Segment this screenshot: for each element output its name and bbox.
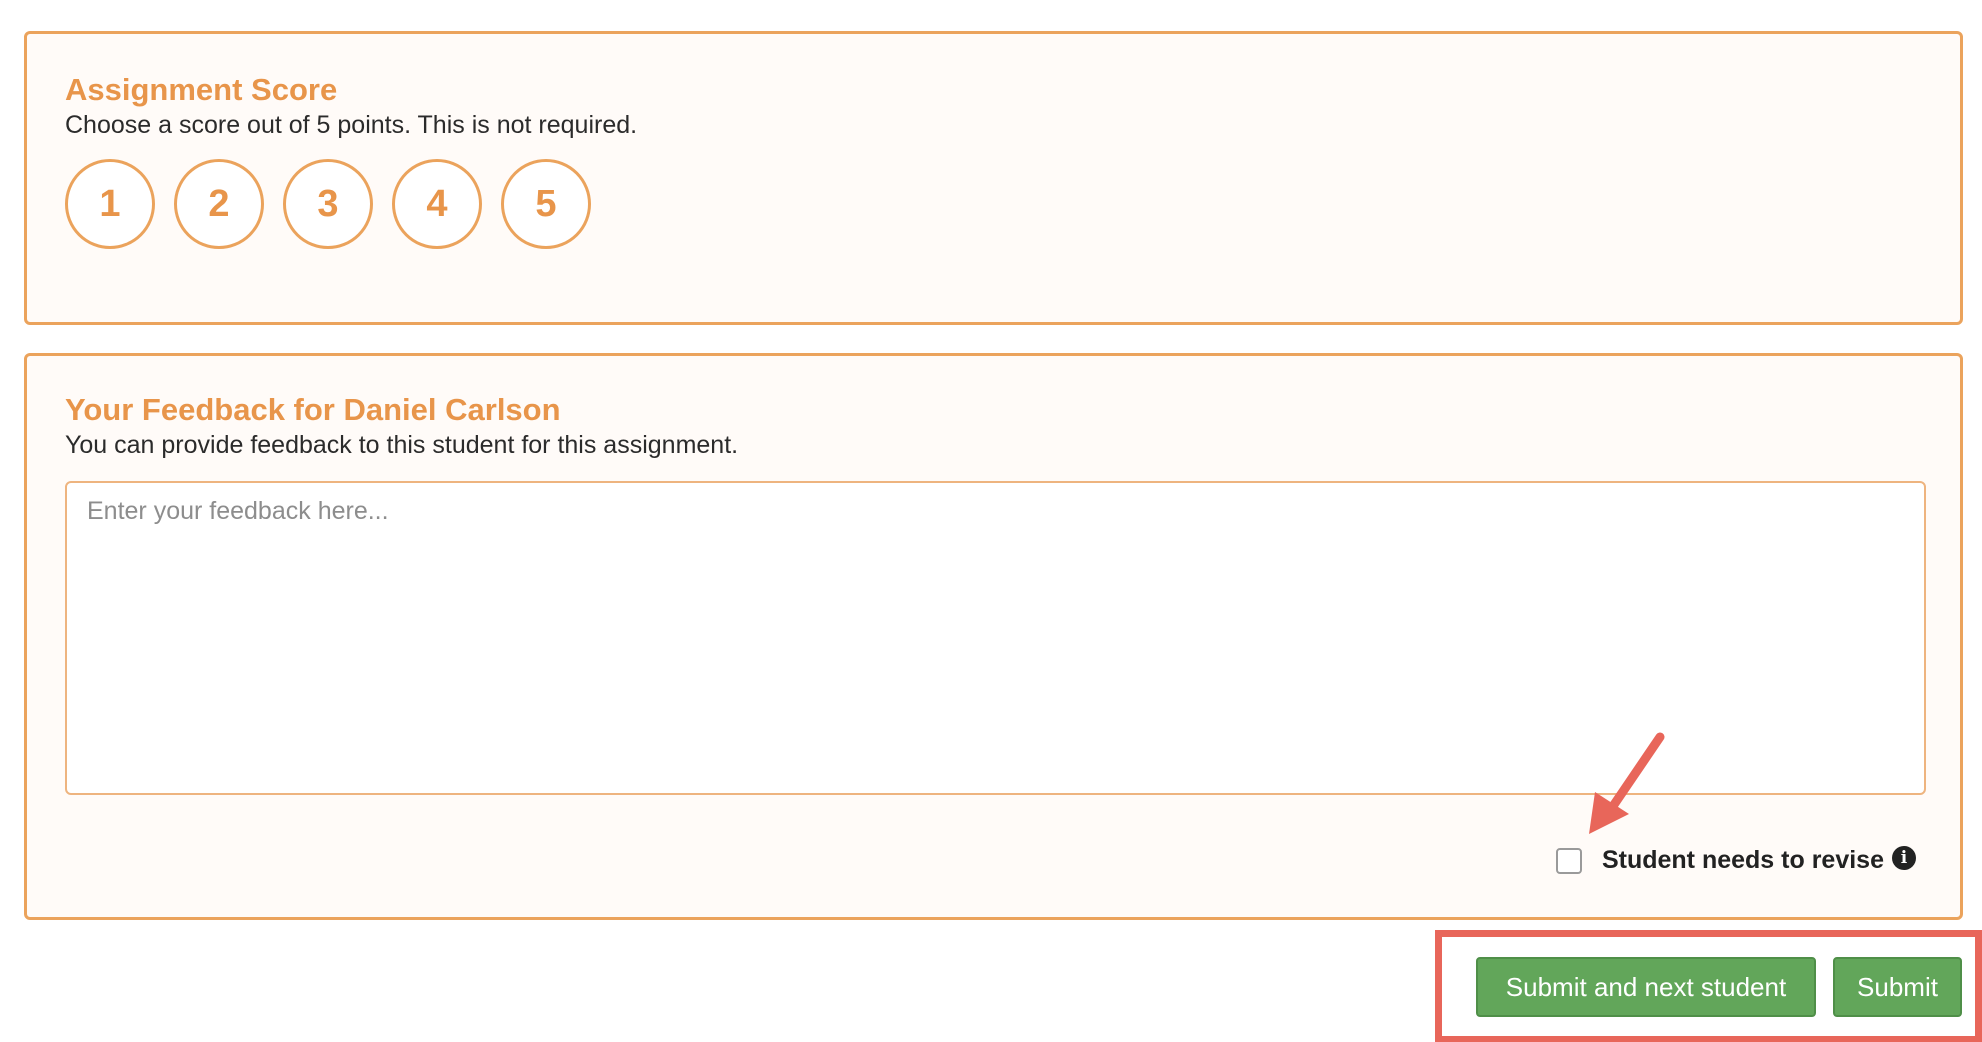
feedback-title: Your Feedback for Daniel Carlson bbox=[65, 392, 561, 427]
annotation-arrow-icon bbox=[1589, 732, 1665, 834]
assignment-score-description: Choose a score out of 5 points. This is … bbox=[65, 111, 638, 139]
assignment-score-card: Assignment Score Choose a score out of 5… bbox=[24, 31, 1963, 325]
student-needs-revise-option: Student needs to revise i bbox=[1555, 845, 1916, 875]
score-option-2[interactable]: 2 bbox=[174, 159, 264, 249]
score-option-4[interactable]: 4 bbox=[392, 159, 482, 249]
feedback-description: You can provide feedback to this student… bbox=[65, 431, 739, 459]
score-option-3[interactable]: 3 bbox=[283, 159, 373, 249]
score-options: 1 2 3 4 5 bbox=[65, 159, 591, 249]
info-circle-icon[interactable]: i bbox=[1892, 845, 1916, 870]
revise-label[interactable]: Student needs to revise bbox=[1602, 846, 1884, 875]
assignment-score-title: Assignment Score bbox=[65, 72, 338, 107]
score-option-5[interactable]: 5 bbox=[501, 159, 591, 249]
submit-button[interactable]: Submit bbox=[1833, 957, 1962, 1017]
revise-checkbox[interactable] bbox=[1555, 847, 1582, 874]
submit-and-next-student-button[interactable]: Submit and next student bbox=[1476, 957, 1816, 1017]
score-option-1[interactable]: 1 bbox=[65, 159, 155, 249]
